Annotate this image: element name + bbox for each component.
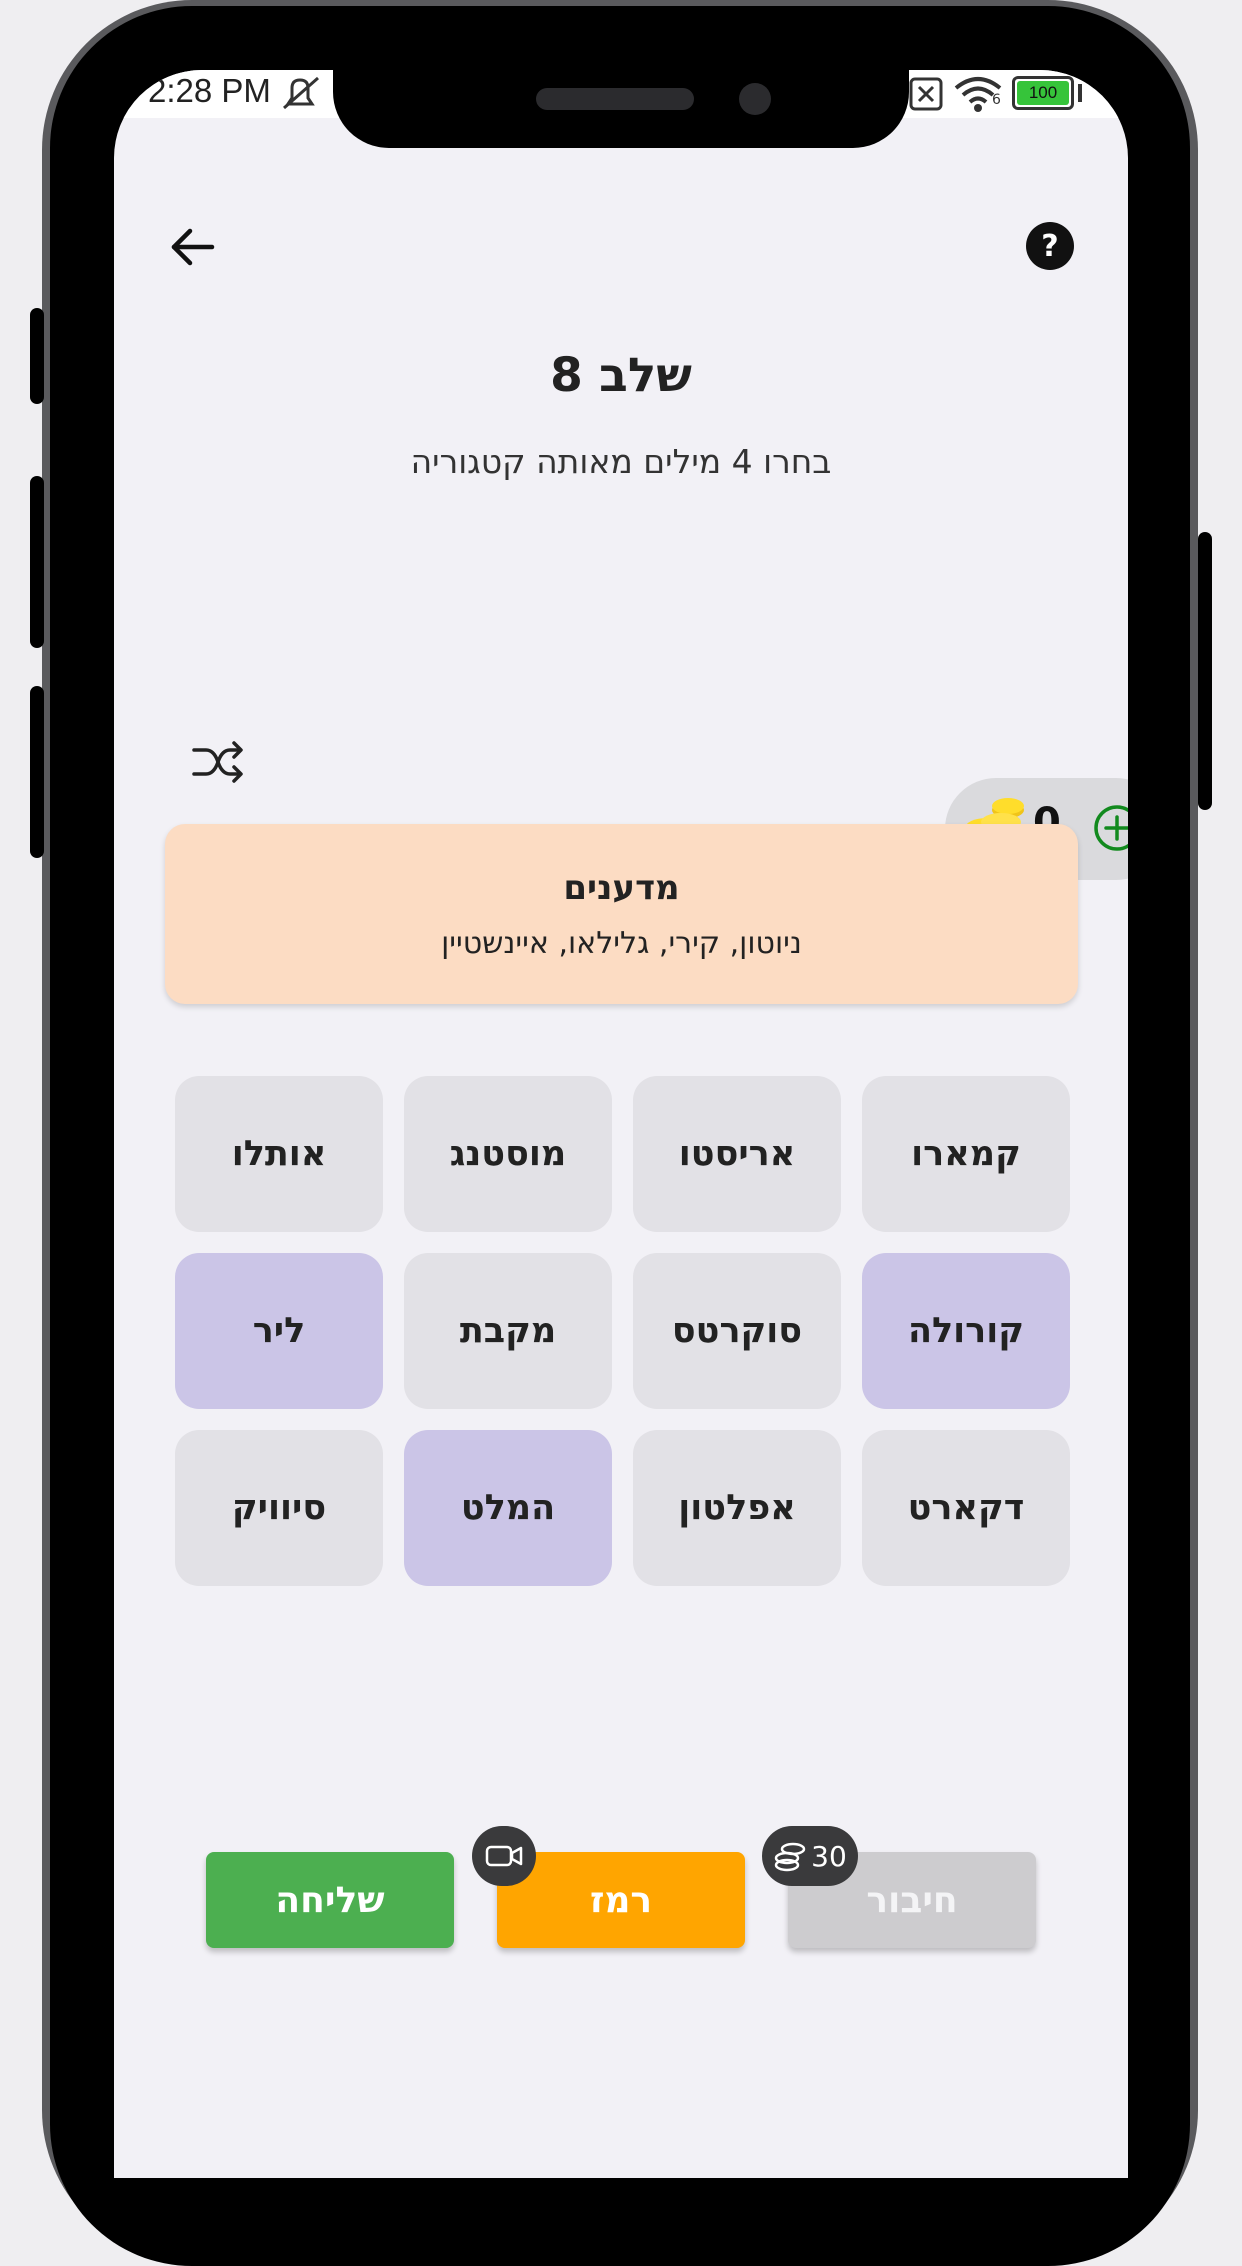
battery-tip (1078, 84, 1082, 102)
arrow-left-icon (171, 228, 215, 266)
connect-cost-badge: 30 (762, 1826, 858, 1886)
level-instruction: בחרו 4 מילים מאותה קטגוריה (410, 442, 832, 481)
mute-bell-icon (278, 74, 326, 114)
hint-video-badge (472, 1826, 536, 1886)
wifi-level: 6 (992, 92, 1001, 108)
plus-circle-icon (1094, 805, 1128, 851)
volume-up-button (30, 476, 44, 648)
help-button[interactable]: ? (1026, 222, 1074, 270)
battery-icon: 100 (1012, 76, 1074, 110)
solved-group-card: מדענים ניוטון, קירי, גלילאו, איינשטיין (165, 824, 1078, 1004)
phone-camera (739, 83, 771, 115)
solved-group-category: מדענים (563, 868, 680, 908)
level-title: שלב 8 (550, 348, 692, 403)
word-tile[interactable]: אפלטון (633, 1430, 841, 1586)
word-tile[interactable]: המלט (404, 1430, 612, 1586)
hint-button[interactable]: רמז (497, 1852, 745, 1948)
notification-x-icon (908, 76, 944, 112)
connect-cost: 30 (811, 1839, 847, 1873)
submit-button[interactable]: שליחה (206, 1852, 454, 1948)
word-tile[interactable]: מוסטנג (404, 1076, 612, 1232)
word-tile[interactable]: קמארו (862, 1076, 1070, 1232)
question-circle-icon: ? (1041, 228, 1059, 264)
hint-label: רמז (589, 1879, 653, 1921)
solved-group-words: ניוטון, קירי, גלילאו, איינשטיין (441, 926, 802, 961)
volume-down-button (30, 686, 44, 858)
status-time: 2:28 PM (148, 72, 271, 109)
word-tile[interactable]: ליר (175, 1253, 383, 1409)
word-tile[interactable]: אותלו (175, 1076, 383, 1232)
connect-label: חיבור (866, 1879, 958, 1921)
power-button (1198, 532, 1212, 810)
shuffle-icon (192, 741, 243, 783)
wifi-icon: 6 (952, 72, 1004, 116)
add-coins-button[interactable] (1093, 804, 1128, 852)
submit-label: שליחה (275, 1879, 385, 1921)
word-tile[interactable]: דקארט (862, 1430, 1070, 1586)
word-grid: קמארו אריסטו מוסטנג אותלו קורולה סוקרטס מקבת לי… (174, 1076, 1070, 1590)
video-camera-icon (485, 1845, 523, 1867)
back-button[interactable] (168, 222, 218, 272)
mute-switch (30, 308, 44, 404)
word-tile[interactable]: סוקרטס (633, 1253, 841, 1409)
word-tile[interactable]: אריסטו (633, 1076, 841, 1232)
word-tile[interactable]: קורולה (862, 1253, 1070, 1409)
app-screen: 2:28 PM 6 100 ? שלב 8 בחרו 4 מילים מאותה… (114, 70, 1128, 2178)
phone-speaker (536, 88, 694, 110)
word-tile[interactable]: מקבת (404, 1253, 612, 1409)
shuffle-button[interactable] (190, 738, 246, 786)
word-tile[interactable]: סיוויק (175, 1430, 383, 1586)
coins-stack-icon (774, 1842, 806, 1872)
battery-level: 100 (1017, 81, 1069, 105)
